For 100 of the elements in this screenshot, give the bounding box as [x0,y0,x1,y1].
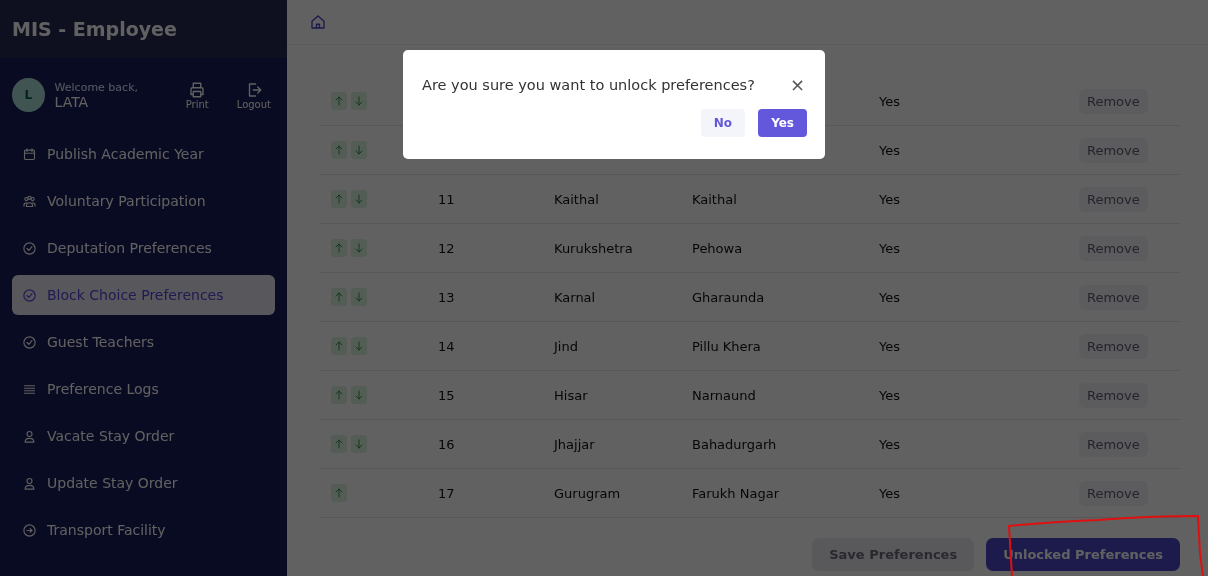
table-cell: Karnal [554,289,596,305]
arrow-circle-right-icon [22,522,37,538]
table-cell: 12 [438,240,455,256]
arrow-down-icon [353,143,365,157]
remove-button[interactable]: Remove [1079,431,1148,457]
move-up-button[interactable] [331,386,347,404]
calendar-icon [22,146,37,162]
people-icon [22,193,37,209]
print-button[interactable]: Print [181,80,213,110]
home-icon [309,13,327,31]
arrow-up-icon [333,486,345,500]
move-down-button[interactable] [351,435,367,453]
move-up-button[interactable] [331,141,347,159]
cancel-button[interactable]: No [700,109,746,137]
table-cell: Yes [879,387,900,403]
sidebar-item[interactable]: Publish Academic Year [12,134,275,174]
check-circle-icon [22,334,37,350]
remove-button[interactable]: Remove [1079,480,1148,506]
person-icon [22,428,37,444]
table-cell: Bahadurgarh [692,436,777,452]
remove-button[interactable]: Remove [1079,382,1148,408]
table-cell: Gurugram [554,485,621,501]
move-down-button[interactable] [351,288,367,306]
arrow-up-icon [333,143,345,157]
table-cell: 11 [438,191,455,207]
confirm-button[interactable]: Yes [758,109,807,137]
arrow-up-icon [333,339,345,353]
table-cell: Yes [879,142,900,158]
sidebar-item[interactable]: Guest Teachers [12,322,275,362]
arrow-down-icon [353,94,365,108]
move-down-button[interactable] [351,239,367,257]
user-avatar: L [12,78,45,112]
sidebar-item[interactable]: Voluntary Participation [12,181,275,221]
table-cell: Yes [879,289,900,305]
sidebar-item[interactable]: Vacate Stay Order [12,416,275,456]
table-cell: Kaithal [692,191,737,207]
remove-button[interactable]: Remove [1079,88,1148,114]
arrow-down-icon [353,437,365,451]
sidebar-item[interactable]: Update Stay Order [12,463,275,503]
move-down-button[interactable] [351,190,367,208]
arrow-down-icon [353,241,365,255]
remove-button[interactable]: Remove [1079,333,1148,359]
welcome-text: Welcome back, [54,80,139,94]
move-down-button[interactable] [351,141,367,159]
arrow-up-icon [333,192,345,206]
arrow-up-icon [333,437,345,451]
table-cell: Jhajjar [554,436,595,452]
table-cell: Pehowa [692,240,743,256]
move-up-button[interactable] [331,435,347,453]
remove-button[interactable]: Remove [1079,137,1148,163]
move-down-button[interactable] [351,337,367,355]
move-up-button[interactable] [331,288,347,306]
table-cell: Yes [879,436,900,452]
remove-button[interactable]: Remove [1079,284,1148,310]
user-name: LATA [54,93,90,110]
move-up-button[interactable] [331,337,347,355]
table-cell: Yes [879,338,900,354]
arrow-up-icon [333,290,345,304]
move-up-button[interactable] [331,190,347,208]
sidebar-item[interactable]: Preference Logs [12,369,275,409]
dialog-message: Are you sure you want to unlock preferences? [422,76,755,93]
table-cell: Yes [879,191,900,207]
arrow-down-icon [353,388,365,402]
move-down-button[interactable] [351,92,367,110]
table-cell: 13 [438,289,455,305]
logout-button[interactable]: Logout [232,80,275,110]
arrow-up-icon [333,94,345,108]
table-cell: Yes [879,485,900,501]
table-cell: Yes [879,93,900,109]
arrow-down-icon [353,339,365,353]
table-cell: Yes [879,240,900,256]
table-cell: 17 [438,485,455,501]
sidebar-item[interactable]: Deputation Preferences [12,228,275,268]
close-button[interactable]: × [787,74,807,95]
arrow-up-icon [333,388,345,402]
arrow-up-icon [333,241,345,255]
check-circle-icon [22,240,37,256]
move-up-button[interactable] [331,484,347,502]
table-cell: Kurukshetra [554,240,633,256]
arrow-down-icon [353,290,365,304]
move-up-button[interactable] [331,92,347,110]
sidebar-item[interactable]: Block Choice Preferences [12,275,275,315]
table-cell: Gharaunda [692,289,765,305]
check-circle-icon [22,287,37,303]
table-cell: Pillu Khera [692,338,761,354]
table-cell: 15 [438,387,455,403]
person-icon [22,475,37,491]
sidebar-item[interactable]: Transport Facility [12,510,275,550]
table-cell: Farukh Nagar [692,485,779,501]
move-up-button[interactable] [331,239,347,257]
table-cell: Kaithal [554,191,599,207]
remove-button[interactable]: Remove [1079,186,1148,212]
table-cell: 16 [438,436,455,452]
printer-icon [188,80,207,99]
remove-button[interactable]: Remove [1079,235,1148,261]
table-cell: Narnaund [692,387,756,403]
table-cell: Hisar [554,387,588,403]
move-down-button[interactable] [351,386,367,404]
app-title: MIS - Employee [12,18,177,40]
arrow-down-icon [353,192,365,206]
